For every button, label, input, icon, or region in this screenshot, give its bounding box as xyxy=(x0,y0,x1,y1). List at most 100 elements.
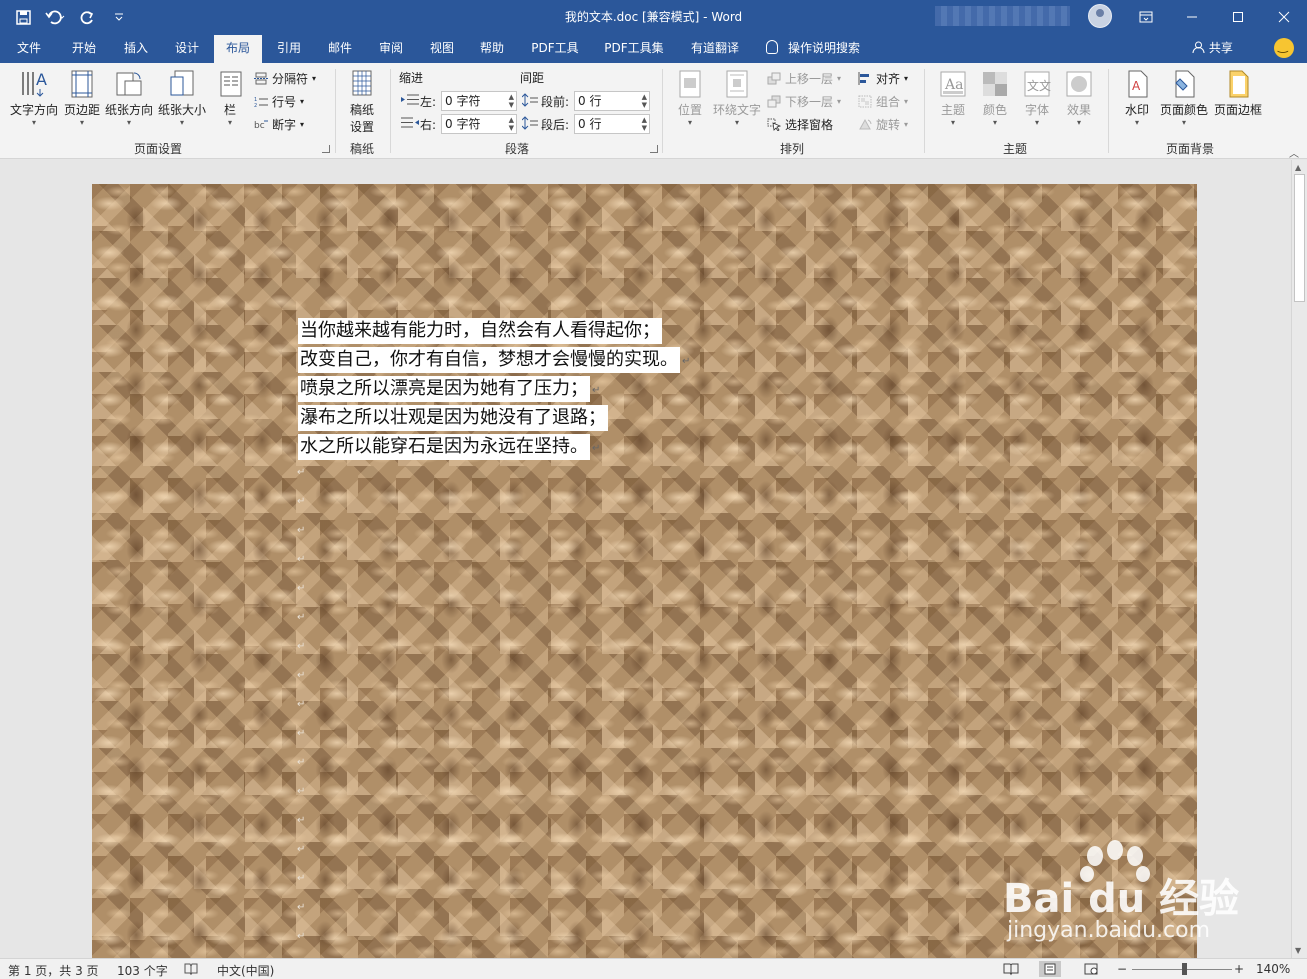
document-page[interactable]: 当你越来越有能力时，自然会有人看得起你； 改变自己，你才有自信，梦想才会慢慢的实… xyxy=(92,184,1197,958)
bring-forward-button[interactable]: 上移一层 ▾ xyxy=(767,70,841,87)
share-button[interactable]: 共享 xyxy=(1192,39,1233,56)
zoom-in-button[interactable]: + xyxy=(1234,962,1244,976)
themes-button[interactable]: Aa 主题 ▾ xyxy=(934,69,972,128)
tab-home[interactable]: 开始 xyxy=(60,33,108,63)
minimize-button[interactable] xyxy=(1169,0,1215,33)
breaks-label: 分隔符 xyxy=(272,72,309,86)
tab-review[interactable]: 审阅 xyxy=(367,33,415,63)
theme-effects-button[interactable]: 效果 ▾ xyxy=(1060,69,1098,128)
avatar[interactable] xyxy=(1088,4,1112,28)
group-icon xyxy=(858,95,872,108)
scroll-down-icon[interactable]: ▼ xyxy=(1295,946,1301,955)
zoom-slider-thumb[interactable] xyxy=(1182,963,1187,975)
tab-pdf-toolset[interactable]: PDF工具集 xyxy=(596,33,672,63)
bring-forward-icon xyxy=(767,72,781,85)
zoom-level[interactable]: 140% xyxy=(1256,962,1290,976)
spinner-arrows-icon[interactable]: ▲ ▼ xyxy=(509,116,514,132)
page-borders-button[interactable]: 页面边框 xyxy=(1212,69,1264,118)
indent-left-input[interactable]: 0 字符 ▲ ▼ xyxy=(441,91,517,111)
watermark-button[interactable]: A 水印 ▾ xyxy=(1120,69,1154,128)
customize-qat-button[interactable] xyxy=(106,6,132,28)
tab-help[interactable]: 帮助 xyxy=(468,33,516,63)
tab-youdao-translate[interactable]: 有道翻译 xyxy=(684,33,746,63)
position-button[interactable]: 位置 ▾ xyxy=(672,69,708,128)
window-controls xyxy=(1123,0,1307,33)
tell-me-search[interactable]: 操作说明搜索 xyxy=(788,33,878,63)
language[interactable]: 中文(中国) xyxy=(217,962,274,979)
redo-icon xyxy=(80,10,93,24)
spinner-arrows-icon[interactable]: ▲ ▼ xyxy=(642,116,647,132)
manuscript-setup-button[interactable]: 稿纸 设置 xyxy=(343,69,381,135)
margins-label: 页边距 xyxy=(63,103,100,117)
paragraph[interactable]: 瀑布之所以壮观是因为她没有了退路； xyxy=(298,405,690,434)
group-divider xyxy=(1108,69,1109,153)
line-numbers-button[interactable]: 12 行号 ▾ xyxy=(254,93,304,110)
paragraph[interactable]: 喷泉之所以漂亮是因为她有了压力； ↵ xyxy=(298,376,690,405)
send-backward-button[interactable]: 下移一层 ▾ xyxy=(767,93,841,110)
manuscript-icon xyxy=(352,70,372,96)
ribbon-display-button[interactable] xyxy=(1123,0,1169,33)
lightbulb-icon xyxy=(766,40,778,54)
size-label: 纸张大小 xyxy=(157,103,206,117)
paragraph[interactable]: 当你越来越有能力时，自然会有人看得起你； xyxy=(298,318,690,347)
page-setup-dialog-launcher[interactable] xyxy=(322,145,330,153)
web-layout-button[interactable] xyxy=(1080,961,1102,977)
tab-layout[interactable]: 布局 xyxy=(214,33,262,63)
wrap-text-icon xyxy=(726,70,748,98)
margins-button[interactable]: 页边距 ▾ xyxy=(62,69,102,128)
svg-text:Aa: Aa xyxy=(944,77,963,93)
tab-design[interactable]: 设计 xyxy=(163,33,211,63)
maximize-button[interactable] xyxy=(1215,0,1261,33)
group-button[interactable]: 组合 ▾ xyxy=(858,93,908,110)
tab-mailings[interactable]: 邮件 xyxy=(316,33,364,63)
theme-fonts-button[interactable]: 文文 字体 ▾ xyxy=(1018,69,1056,128)
tab-view[interactable]: 视图 xyxy=(418,33,466,63)
save-button[interactable] xyxy=(10,6,36,28)
rotate-button[interactable]: 旋转 ▾ xyxy=(858,116,908,133)
page-count[interactable]: 第 1 页，共 3 页 xyxy=(8,962,99,979)
hyphenation-icon: bc xyxy=(254,120,268,131)
paragraph[interactable]: 改变自己，你才有自信，梦想才会慢慢的实现。 ↵ xyxy=(298,347,690,376)
columns-button[interactable]: 栏 ▾ xyxy=(216,69,244,128)
scroll-up-icon[interactable]: ▲ xyxy=(1295,163,1301,172)
title-bar: 我的文本.doc [兼容模式] - Word xyxy=(0,0,1307,33)
svg-text:A: A xyxy=(36,70,47,89)
spinner-arrows-icon[interactable]: ▲ ▼ xyxy=(509,93,514,109)
hyphenation-button[interactable]: bc 断字 ▾ xyxy=(254,116,304,133)
text-direction-button[interactable]: A 文字方向 ▾ xyxy=(8,69,60,128)
align-button[interactable]: 对齐 ▾ xyxy=(858,70,908,87)
text-direction-label: 文字方向 xyxy=(9,103,58,117)
collapse-ribbon-icon[interactable]: ︿ xyxy=(1289,145,1299,160)
word-count[interactable]: 103 个字 xyxy=(117,962,168,979)
scrollbar-thumb[interactable] xyxy=(1294,174,1305,302)
paragraph-mark-icon: ↵ xyxy=(297,931,306,942)
breaks-button[interactable]: 分隔符 ▾ xyxy=(254,70,316,87)
theme-colors-button[interactable]: 颜色 ▾ xyxy=(976,69,1014,128)
zoom-out-button[interactable]: − xyxy=(1117,962,1127,976)
orientation-button[interactable]: 纸张方向 ▾ xyxy=(104,69,154,128)
tab-file[interactable]: 文件 xyxy=(5,33,53,63)
tab-pdf-tools[interactable]: PDF工具 xyxy=(522,33,588,63)
tab-insert[interactable]: 插入 xyxy=(112,33,160,63)
vertical-scrollbar[interactable]: ▲ ▼ xyxy=(1291,160,1307,958)
undo-button[interactable] xyxy=(42,6,68,28)
paragraph[interactable]: 水之所以能穿石是因为永远在坚持。 ↵ xyxy=(298,434,690,463)
spinner-arrows-icon[interactable]: ▲ ▼ xyxy=(642,93,647,109)
selection-pane-button[interactable]: 选择窗格 xyxy=(767,116,833,133)
close-button[interactable] xyxy=(1261,0,1307,33)
proofing-icon[interactable] xyxy=(184,963,198,975)
tab-references[interactable]: 引用 xyxy=(265,33,313,63)
wrap-text-button[interactable]: 环绕文字 ▾ xyxy=(712,69,762,128)
paragraph-dialog-launcher[interactable] xyxy=(650,145,658,153)
indent-right-input[interactable]: 0 字符 ▲ ▼ xyxy=(441,114,517,134)
spacing-after-input[interactable]: 0 行 ▲ ▼ xyxy=(574,114,650,134)
redo-button[interactable] xyxy=(74,6,100,28)
spacing-before-input[interactable]: 0 行 ▲ ▼ xyxy=(574,91,650,111)
read-mode-button[interactable] xyxy=(1000,961,1022,977)
size-button[interactable]: 纸张大小 ▾ xyxy=(156,69,208,128)
status-bar: 第 1 页，共 3 页 103 个字 中文(中国) − + 140% xyxy=(0,958,1307,979)
print-layout-button[interactable] xyxy=(1039,961,1061,977)
feedback-smiley-icon[interactable] xyxy=(1274,38,1294,58)
page-color-button[interactable]: 页面颜色 ▾ xyxy=(1158,69,1210,128)
paragraph-mark-icon: ↵ xyxy=(297,902,306,913)
